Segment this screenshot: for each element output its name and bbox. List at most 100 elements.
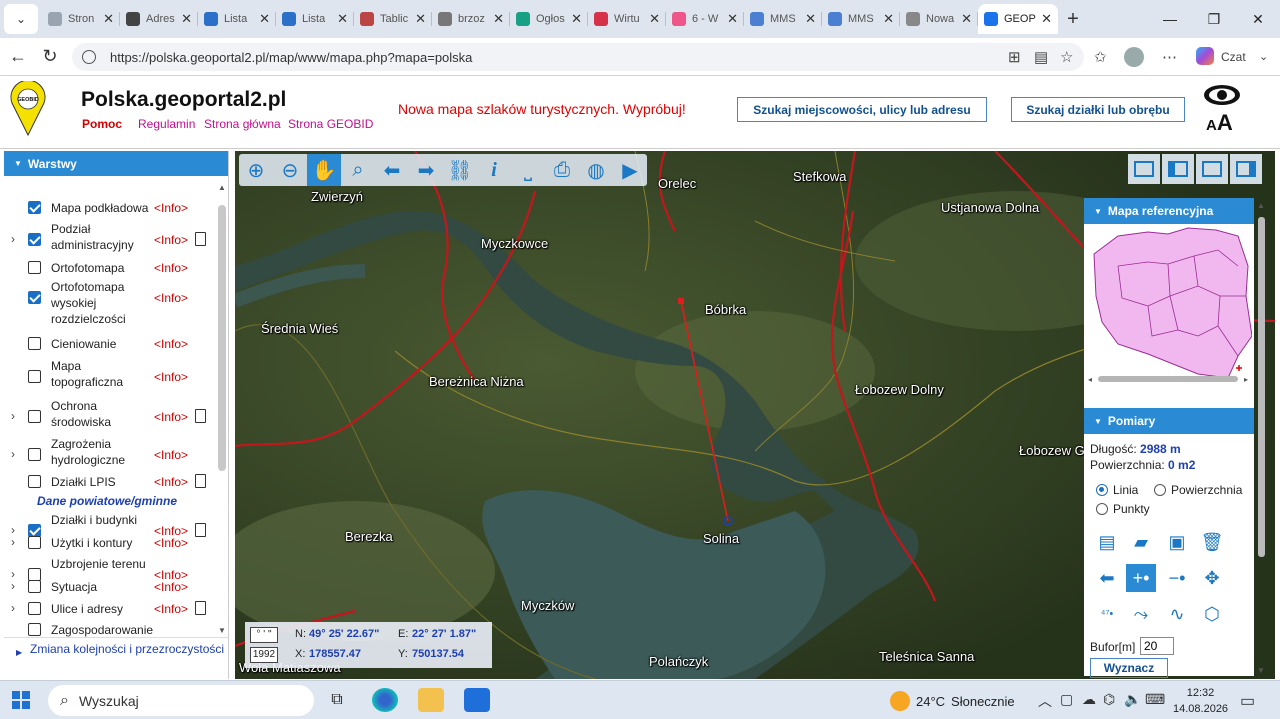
layer-checkbox[interactable] <box>28 602 41 615</box>
browser-tab[interactable]: MMS ✕ <box>744 4 822 34</box>
url-field[interactable]: https://polska.geoportal2.pl/map/www/map… <box>72 43 1084 71</box>
right-panel-scrollbar[interactable]: ▲ ▼ <box>1257 201 1267 675</box>
mode-points-radio[interactable]: Punkty <box>1096 502 1150 516</box>
reader-icon[interactable]: ▤ <box>1034 48 1048 66</box>
document-icon[interactable] <box>195 474 206 488</box>
elevation-point-icon[interactable]: ⁴⁷• <box>1092 600 1122 628</box>
document-icon[interactable] <box>195 409 206 423</box>
language-icon[interactable]: ⌨ <box>1145 691 1165 708</box>
close-tab-icon[interactable]: ✕ <box>337 11 348 27</box>
undo-arrow-icon[interactable]: ⬅ <box>1092 564 1122 592</box>
layout-split-icon[interactable] <box>1162 154 1194 184</box>
expand-chevron-icon[interactable]: › <box>11 535 15 549</box>
layer-info-link[interactable]: <Info> <box>154 261 188 275</box>
browser-tab[interactable]: Ogłos ✕ <box>510 4 588 34</box>
coord-system-button[interactable]: 1992 <box>250 647 278 663</box>
previous-view-icon[interactable]: ⬅ <box>375 154 409 186</box>
trash-icon[interactable]: 🗑 <box>1197 528 1227 556</box>
layer-checkbox[interactable] <box>28 475 41 488</box>
open-folder-icon[interactable]: ▰ <box>1126 528 1156 556</box>
clock[interactable]: 12:32 14.08.2026 <box>1173 685 1228 717</box>
layers-panel-header[interactable]: ▼ Warstwy <box>4 151 228 176</box>
chevron-down-icon[interactable]: ⌄ <box>1259 50 1268 63</box>
browser-tab[interactable]: Lista ✕ <box>198 4 276 34</box>
move-point-icon[interactable]: ✥ <box>1197 564 1227 592</box>
site-title[interactable]: Polska.geoportal2.pl <box>81 88 286 112</box>
layer-checkbox[interactable] <box>28 410 41 423</box>
font-size-toggle[interactable]: AA <box>1206 110 1233 136</box>
close-tab-icon[interactable]: ✕ <box>103 11 114 27</box>
task-view-icon[interactable]: ⧉ <box>324 688 350 712</box>
accessibility-eye-icon[interactable] <box>1202 81 1242 109</box>
buffer-input[interactable] <box>1140 637 1174 655</box>
video-camera-icon[interactable]: ▶ <box>613 154 647 186</box>
layers-scrollbar[interactable]: ▲ ▼ <box>218 183 226 635</box>
layer-info-link[interactable]: <Info> <box>154 475 188 489</box>
edge-browser-icon[interactable] <box>372 688 398 712</box>
close-tab-icon[interactable]: ✕ <box>571 11 582 27</box>
copilot-icon[interactable] <box>1196 47 1214 65</box>
browser-tab[interactable]: MMS ✕ <box>822 4 900 34</box>
browser-tab[interactable]: Tablic ✕ <box>354 4 432 34</box>
maximize-button[interactable]: ❐ <box>1192 0 1236 38</box>
copilot-label[interactable]: Czat <box>1221 50 1246 64</box>
geobid-logo[interactable]: GEOBID <box>9 81 47 137</box>
tab-actions-menu[interactable]: ⌄ <box>4 4 38 34</box>
profile-avatar[interactable] <box>1124 47 1144 67</box>
layer-info-link[interactable]: <Info> <box>154 536 188 550</box>
new-tab-button[interactable]: + <box>1058 8 1088 31</box>
layer-info-link[interactable]: <Info> <box>154 201 188 215</box>
layer-info-link[interactable]: <Info> <box>154 602 188 616</box>
mode-area-radio[interactable]: Powierzchnia <box>1154 483 1242 497</box>
layer-info-link[interactable]: <Info> <box>154 233 188 247</box>
expand-chevron-icon[interactable]: › <box>11 409 15 423</box>
geobid-link[interactable]: Strona GEOBID <box>288 117 373 131</box>
split-line-icon[interactable]: ⤳ <box>1126 600 1156 628</box>
close-tab-icon[interactable]: ✕ <box>259 11 270 27</box>
browser-tab[interactable]: Wirtu ✕ <box>588 4 666 34</box>
layer-info-link[interactable]: <Info> <box>154 337 188 351</box>
link-icon[interactable]: ⛓ <box>443 154 477 186</box>
layer-checkbox[interactable] <box>28 201 41 214</box>
compute-button[interactable]: Wyznacz <box>1090 658 1168 678</box>
search-parcel-button[interactable]: Szukaj działki lub obrębu <box>1011 97 1185 122</box>
close-tab-icon[interactable]: ✕ <box>883 11 894 27</box>
document-icon[interactable] <box>195 232 206 246</box>
layout-sidebar-icon[interactable] <box>1230 154 1262 184</box>
measurements-header[interactable]: ▼ Pomiary <box>1084 408 1254 434</box>
close-tab-icon[interactable]: ✕ <box>805 11 816 27</box>
layer-checkbox[interactable] <box>28 233 41 246</box>
cube-3d-icon[interactable]: ⬡ <box>1197 600 1227 628</box>
help-link[interactable]: Pomoc <box>82 117 122 131</box>
promo-link[interactable]: Nowa mapa szlaków turystycznych. Wypróbu… <box>398 101 686 117</box>
tray-app-icon[interactable]: ▢ <box>1060 691 1073 708</box>
print-icon[interactable]: ⎙ <box>545 154 579 186</box>
volume-icon[interactable]: 🔈 <box>1124 691 1141 708</box>
site-info-icon[interactable] <box>82 50 96 64</box>
mode-line-radio[interactable]: Linia <box>1096 483 1138 497</box>
reference-map-header[interactable]: ▼ Mapa referencyjna <box>1084 198 1254 224</box>
remove-point-icon[interactable]: −• <box>1162 564 1192 592</box>
taskbar-search[interactable]: ⌕ Wyszukaj <box>48 685 314 716</box>
notifications-icon[interactable]: ▭ <box>1240 691 1255 711</box>
document-icon[interactable] <box>195 601 206 615</box>
close-tab-icon[interactable]: ✕ <box>415 11 426 27</box>
search-address-button[interactable]: Szukaj miejscowości, ulicy lub adresu <box>737 97 987 122</box>
reload-button[interactable]: ↻ <box>34 46 66 67</box>
outlook-icon[interactable] <box>464 688 490 712</box>
file-explorer-icon[interactable] <box>418 688 444 712</box>
layer-checkbox[interactable] <box>28 370 41 383</box>
close-tab-icon[interactable]: ✕ <box>649 11 660 27</box>
expand-chevron-icon[interactable]: › <box>11 601 15 615</box>
expand-chevron-icon[interactable]: › <box>11 447 15 461</box>
browser-tab[interactable]: Stron ✕ <box>42 4 120 34</box>
globe-icon[interactable]: ◍ <box>579 154 613 186</box>
layer-info-link[interactable]: <Info> <box>154 291 188 305</box>
favorite-star-icon[interactable]: ☆ <box>1060 48 1073 66</box>
weather-widget[interactable]: 24°C Słonecznie <box>890 691 1015 711</box>
layout-full-icon[interactable] <box>1128 154 1160 184</box>
onedrive-icon[interactable]: ☁ <box>1082 691 1096 708</box>
close-tab-icon[interactable]: ✕ <box>727 11 738 27</box>
expand-chevron-icon[interactable]: › <box>11 232 15 246</box>
layer-info-link[interactable]: <Info> <box>154 580 188 594</box>
